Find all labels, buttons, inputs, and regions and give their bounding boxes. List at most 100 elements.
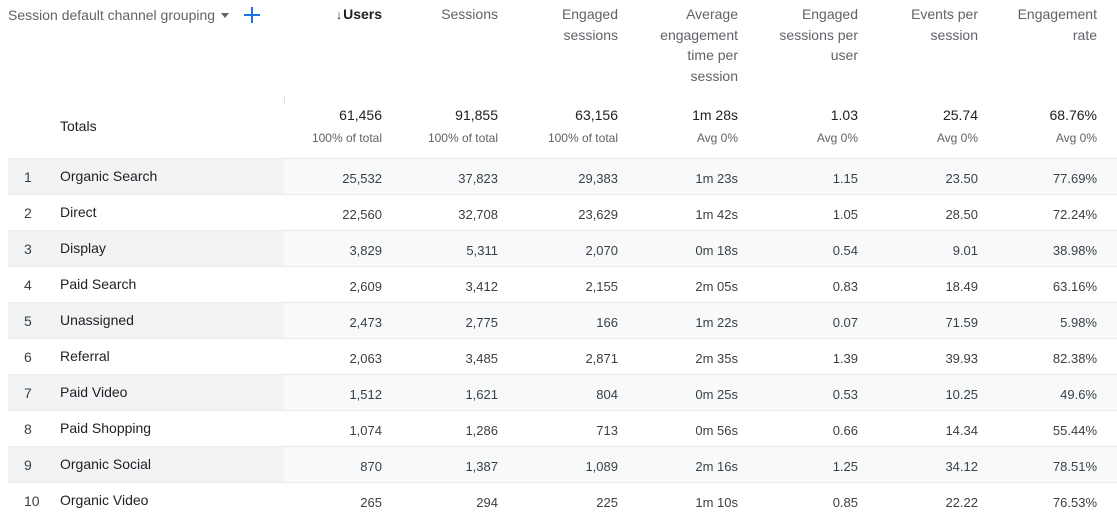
cell-engaged-sessions: 804 bbox=[596, 387, 618, 402]
cell-engagement-rate: 5.98% bbox=[1060, 315, 1097, 330]
table-row[interactable]: 5 Unassigned 2,473 2,775 166 1m 22s 0.07 71.59 5… bbox=[8, 302, 1117, 338]
total-sessions-share: 100% of total bbox=[427, 131, 498, 145]
cell-sessions: 32,708 bbox=[458, 207, 498, 222]
column-header-users[interactable]: ↓Users bbox=[336, 4, 382, 26]
cell-events-per-session: 28.50 bbox=[945, 207, 978, 222]
table-row[interactable]: 2 Direct 22,560 32,708 23,629 1m 42s 1.05 28.50… bbox=[8, 194, 1117, 230]
channel-name[interactable]: Display bbox=[60, 240, 106, 256]
column-header-sessions[interactable]: Sessions bbox=[441, 4, 498, 25]
total-engaged-sessions-share: 100% of total bbox=[547, 131, 618, 145]
total-avg-engagement-time-avg: Avg 0% bbox=[696, 131, 738, 145]
cell-users: 2,473 bbox=[349, 315, 382, 330]
table-row[interactable]: 3 Display 3,829 5,311 2,070 0m 18s 0.54 9.01 38.… bbox=[8, 230, 1117, 266]
total-engaged-sessions-per-user-avg: Avg 0% bbox=[816, 131, 858, 145]
cell-engaged-sessions: 225 bbox=[596, 495, 618, 510]
column-header-avg-engagement-time[interactable]: Average engagement time per session bbox=[660, 4, 738, 86]
channel-name[interactable]: Organic Video bbox=[60, 492, 148, 508]
channel-name[interactable]: Unassigned bbox=[60, 312, 134, 328]
table-row[interactable]: 4 Paid Search 2,609 3,412 2,155 2m 05s 0.83 18.… bbox=[8, 266, 1117, 302]
cell-engagement-rate: 63.16% bbox=[1052, 279, 1097, 294]
report-table: Session default channel grouping ↓Users … bbox=[0, 0, 1117, 517]
column-header-events-per-session[interactable]: Events per session bbox=[911, 4, 978, 45]
cell-sessions: 2,775 bbox=[465, 315, 498, 330]
cell-engaged-sessions-per-user: 0.53 bbox=[832, 387, 858, 402]
cell-engaged-sessions: 1,089 bbox=[585, 459, 618, 474]
channel-name[interactable]: Referral bbox=[60, 348, 110, 364]
cell-engaged-sessions-per-user: 0.85 bbox=[832, 495, 858, 510]
cell-engaged-sessions: 713 bbox=[596, 423, 618, 438]
cell-engaged-sessions-per-user: 0.66 bbox=[832, 423, 858, 438]
cell-engagement-rate: 38.98% bbox=[1052, 243, 1097, 258]
table-row[interactable]: 7 Paid Video 1,512 1,621 804 0m 25s 0.53 10.25 4… bbox=[8, 374, 1117, 410]
cell-engagement-rate: 49.6% bbox=[1060, 387, 1097, 402]
cell-engagement-rate: 82.38% bbox=[1052, 351, 1097, 366]
total-users-share: 100% of total bbox=[311, 131, 382, 145]
cell-engagement-rate: 72.24% bbox=[1052, 207, 1097, 222]
cell-engaged-sessions: 2,070 bbox=[585, 243, 618, 258]
cell-engaged-sessions-per-user: 1.25 bbox=[832, 459, 858, 474]
cell-engaged-sessions: 23,629 bbox=[578, 207, 618, 222]
cell-users: 2,063 bbox=[349, 351, 382, 366]
cell-sessions: 3,412 bbox=[465, 279, 498, 294]
cell-avg-engagement-time: 2m 16s bbox=[695, 459, 738, 474]
channel-name[interactable]: Direct bbox=[60, 204, 97, 220]
cell-sessions: 1,387 bbox=[465, 459, 498, 474]
cell-users: 1,074 bbox=[349, 423, 382, 438]
cell-avg-engagement-time: 1m 23s bbox=[695, 171, 738, 186]
table-row[interactable]: 9 Organic Social 870 1,387 1,089 2m 16s 1.25 34… bbox=[8, 446, 1117, 482]
channel-name[interactable]: Paid Search bbox=[60, 276, 136, 292]
total-events-per-session-avg: Avg 0% bbox=[936, 131, 978, 145]
dimension-cell bbox=[8, 375, 284, 410]
row-index: 3 bbox=[24, 241, 32, 257]
channel-name[interactable]: Organic Social bbox=[60, 456, 151, 472]
channel-name[interactable]: Paid Shopping bbox=[60, 420, 151, 436]
cell-events-per-session: 39.93 bbox=[945, 351, 978, 366]
cell-engaged-sessions-per-user: 1.39 bbox=[832, 351, 858, 366]
plus-icon[interactable] bbox=[243, 6, 261, 24]
cell-users: 265 bbox=[360, 495, 382, 510]
cell-events-per-session: 22.22 bbox=[945, 495, 978, 510]
total-engagement-rate: 68.76% bbox=[1049, 107, 1097, 123]
cell-sessions: 3,485 bbox=[465, 351, 498, 366]
channel-name[interactable]: Organic Search bbox=[60, 168, 157, 184]
totals-label: Totals bbox=[60, 118, 97, 134]
table-header: Session default channel grouping ↓Users … bbox=[0, 0, 1117, 95]
caret-down-icon[interactable] bbox=[221, 12, 230, 18]
cell-users: 870 bbox=[360, 459, 382, 474]
cell-sessions: 1,286 bbox=[465, 423, 498, 438]
cell-engaged-sessions-per-user: 1.15 bbox=[832, 171, 858, 186]
table-row[interactable]: 8 Paid Shopping 1,074 1,286 713 0m 56s 0.66 14.… bbox=[8, 410, 1117, 446]
dimension-cell bbox=[8, 339, 284, 374]
row-index: 10 bbox=[24, 493, 40, 509]
dimension-dropdown[interactable]: Session default channel grouping bbox=[8, 7, 215, 23]
cell-avg-engagement-time: 0m 25s bbox=[695, 387, 738, 402]
total-events-per-session: 25.74 bbox=[942, 107, 978, 123]
cell-avg-engagement-time: 0m 56s bbox=[695, 423, 738, 438]
cell-engaged-sessions: 29,383 bbox=[578, 171, 618, 186]
column-header-engaged-sessions[interactable]: Engaged sessions bbox=[562, 4, 618, 45]
cell-events-per-session: 10.25 bbox=[945, 387, 978, 402]
cell-engaged-sessions: 2,155 bbox=[585, 279, 618, 294]
total-engaged-sessions-per-user: 1.03 bbox=[830, 107, 858, 123]
cell-sessions: 37,823 bbox=[458, 171, 498, 186]
cell-events-per-session: 18.49 bbox=[945, 279, 978, 294]
cell-events-per-session: 71.59 bbox=[945, 315, 978, 330]
cell-users: 25,532 bbox=[342, 171, 382, 186]
table-row[interactable]: 1 Organic Search 25,532 37,823 29,383 1m 23s 1… bbox=[8, 158, 1117, 194]
table-row[interactable]: 10 Organic Video 265 294 225 1m 10s 0.85 22.22 7… bbox=[8, 482, 1117, 517]
column-header-engagement-rate[interactable]: Engagement rate bbox=[1018, 4, 1097, 45]
cell-users: 22,560 bbox=[342, 207, 382, 222]
dimension-cell bbox=[8, 231, 284, 266]
cell-engaged-sessions-per-user: 0.07 bbox=[832, 315, 858, 330]
row-index: 1 bbox=[24, 169, 32, 185]
channel-name[interactable]: Paid Video bbox=[60, 384, 127, 400]
row-index: 6 bbox=[24, 349, 32, 365]
column-header-engaged-sessions-per-user[interactable]: Engaged sessions per user bbox=[779, 4, 858, 66]
cell-events-per-session: 14.34 bbox=[945, 423, 978, 438]
cell-users: 1,512 bbox=[349, 387, 382, 402]
total-avg-engagement-time: 1m 28s bbox=[692, 107, 738, 123]
cell-events-per-session: 34.12 bbox=[945, 459, 978, 474]
cell-sessions: 5,311 bbox=[466, 243, 498, 258]
table-row[interactable]: 6 Referral 2,063 3,485 2,871 2m 35s 1.39 39.93 8… bbox=[8, 338, 1117, 374]
row-index: 4 bbox=[24, 277, 32, 293]
